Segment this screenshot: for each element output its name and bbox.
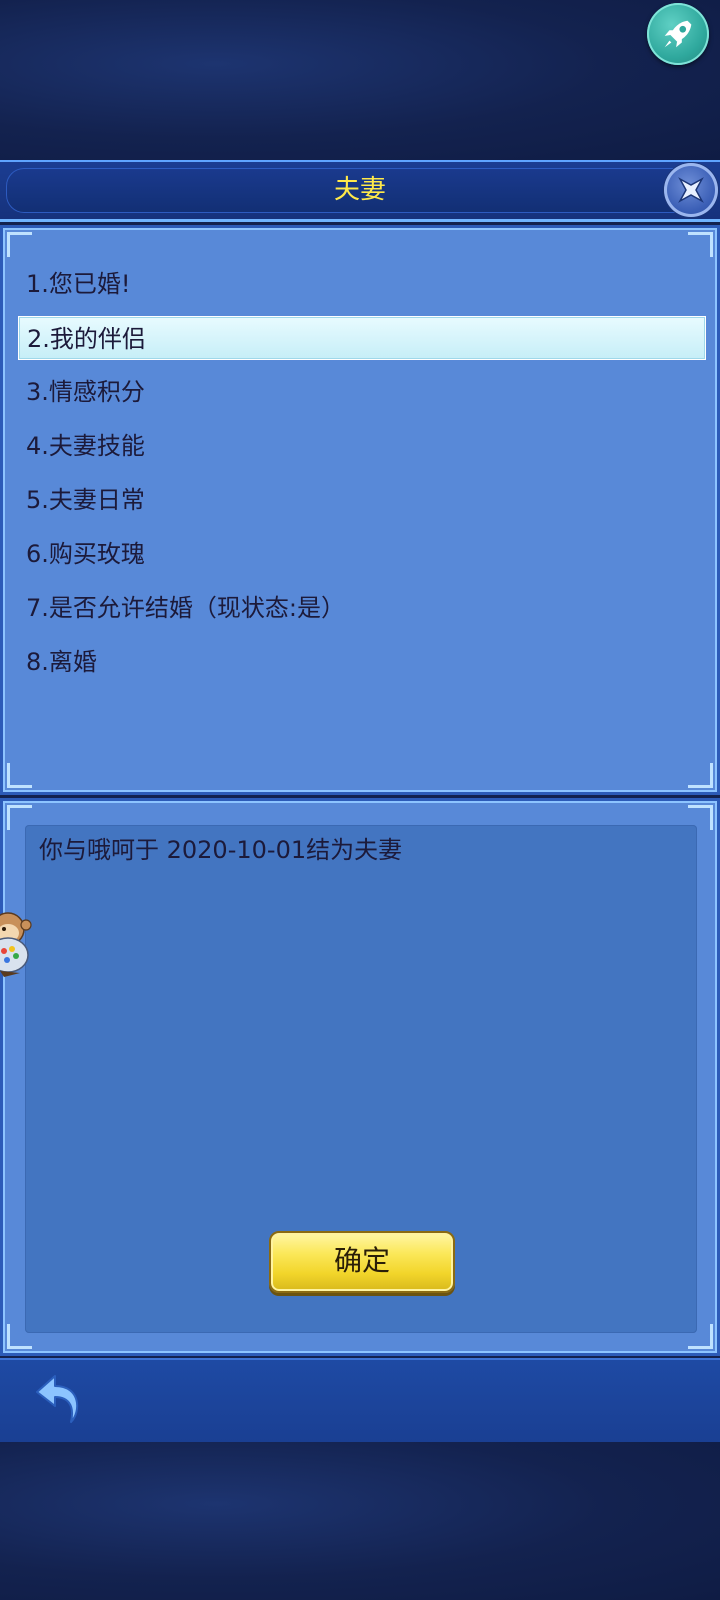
corner-ornament bbox=[7, 232, 32, 257]
back-arrow-icon bbox=[36, 1375, 79, 1423]
message-box: 你与哦呵于 2020-10-01结为夫妻 确定 bbox=[25, 825, 697, 1333]
confirm-button[interactable]: 确定 bbox=[269, 1231, 455, 1293]
floating-mascot-button[interactable] bbox=[0, 905, 32, 985]
menu-item-married-status[interactable]: 1.您已婚! bbox=[18, 262, 706, 306]
close-button[interactable] bbox=[664, 163, 718, 217]
menu-item-allow-marriage[interactable]: 7.是否允许结婚（现状态:是） bbox=[18, 586, 706, 630]
dialog-title: 夫妻 bbox=[333, 175, 386, 205]
monkey-mascot-icon bbox=[0, 912, 32, 977]
corner-ornament bbox=[688, 232, 713, 257]
dialog-title-bar: 夫妻 bbox=[0, 160, 720, 222]
menu-item-couple-skills[interactable]: 4.夫妻技能 bbox=[18, 424, 706, 468]
corner-ornament bbox=[688, 763, 713, 788]
corner-ornament bbox=[7, 763, 32, 788]
close-icon bbox=[678, 177, 704, 203]
message-panel: 你与哦呵于 2020-10-01结为夫妻 确定 bbox=[0, 798, 720, 1356]
bottom-bar bbox=[0, 1358, 720, 1442]
background-bottom bbox=[0, 1440, 720, 1600]
rocket-icon bbox=[664, 20, 692, 48]
menu-item-buy-roses[interactable]: 6.购买玫瑰 bbox=[18, 532, 706, 576]
menu-item-affection-points[interactable]: 3.情感积分 bbox=[18, 370, 706, 414]
background-top bbox=[0, 0, 720, 160]
message-text: 你与哦呵于 2020-10-01结为夫妻 bbox=[39, 836, 403, 864]
menu-item-divorce[interactable]: 8.离婚 bbox=[18, 640, 706, 684]
menu-panel: 1.您已婚! 2.我的伴侣 3.情感积分 4.夫妻技能 5.夫妻日常 6.购买玫… bbox=[0, 225, 720, 795]
rocket-button[interactable] bbox=[647, 3, 709, 65]
back-button[interactable] bbox=[30, 1372, 86, 1428]
menu-item-my-partner[interactable]: 2.我的伴侣 bbox=[18, 316, 706, 360]
menu-item-couple-daily[interactable]: 5.夫妻日常 bbox=[18, 478, 706, 522]
